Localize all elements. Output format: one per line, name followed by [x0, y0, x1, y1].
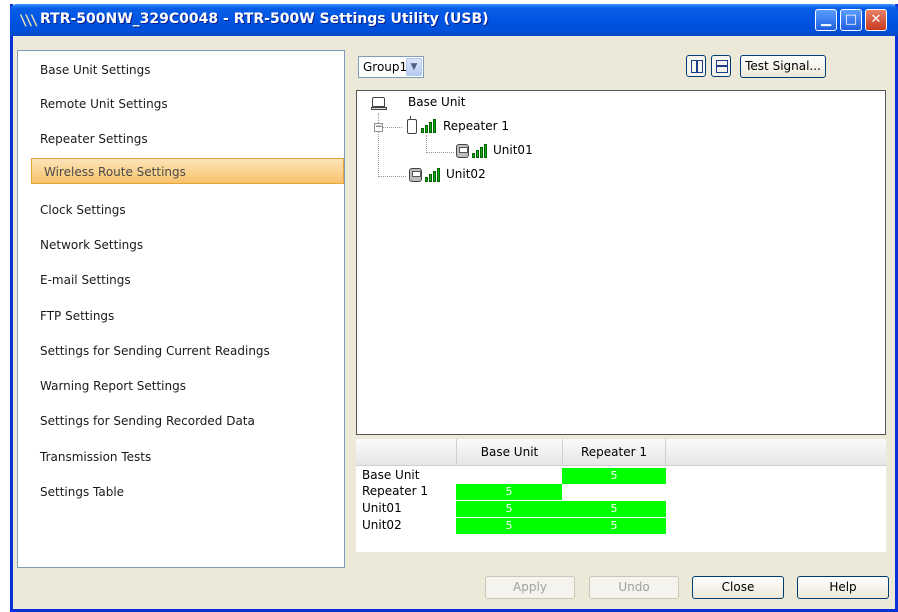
undo-button[interactable]: Undo: [589, 576, 679, 599]
grid-cell-base-unit-repeater-1[interactable]: 5: [562, 468, 666, 484]
chevron-down-icon[interactable]: ▼: [406, 58, 422, 76]
maximize-icon: □: [844, 12, 858, 27]
row-label-base-unit: Base Unit: [362, 468, 420, 482]
row-label-unit01: Unit01: [362, 501, 402, 515]
tree-node-repeater-1[interactable]: Repeater 1: [443, 119, 509, 133]
row-label-unit02: Unit02: [362, 518, 402, 532]
group-select-value: Group1: [363, 60, 408, 74]
title-bar[interactable]: \\\ RTR-500NW_329C0048 - RTR-500W Settin…: [10, 4, 898, 36]
sidebar-item-base-unit-settings[interactable]: Base Unit Settings: [28, 57, 338, 83]
maximize-button[interactable]: □: [840, 9, 862, 31]
sidebar-item-network-settings[interactable]: Network Settings: [28, 232, 338, 258]
sidebar-item-repeater-settings[interactable]: Repeater Settings: [28, 126, 338, 152]
sidebar-item-sending-current-readings[interactable]: Settings for Sending Current Readings: [28, 338, 338, 364]
tree-node-unit02[interactable]: Unit02: [446, 167, 486, 181]
remote-unit-icon: [456, 144, 469, 158]
base-unit-icon: [371, 97, 387, 111]
sidebar-item-settings-table[interactable]: Settings Table: [28, 479, 338, 505]
grid-cell-unit01-base-unit[interactable]: 5: [456, 501, 562, 517]
row-label-repeater-1: Repeater 1: [362, 484, 429, 498]
app-logo-icon: \\\: [19, 13, 38, 29]
grid-cell-unit02-repeater-1[interactable]: 5: [562, 518, 666, 534]
column-header-repeater-1: Repeater 1: [562, 439, 666, 466]
close-window-button[interactable]: ✕: [865, 9, 887, 31]
sidebar-item-sending-recorded-data[interactable]: Settings for Sending Recorded Data: [28, 408, 338, 434]
sidebar-item-remote-unit-settings[interactable]: Remote Unit Settings: [28, 91, 338, 117]
column-header-base-unit: Base Unit: [456, 439, 562, 466]
grid-cell-unit02-base-unit[interactable]: 5: [456, 518, 562, 534]
tree-line: [426, 135, 427, 153]
rows-layout-icon: [716, 60, 728, 73]
test-signal-button[interactable]: Test Signal...: [740, 55, 826, 78]
repeater-icon: [407, 116, 417, 134]
sidebar-item-clock-settings[interactable]: Clock Settings: [28, 197, 338, 223]
grid-cell-unit01-repeater-1[interactable]: 5: [562, 501, 666, 517]
remote-unit-icon: [409, 168, 422, 182]
sidebar-item-ftp-settings[interactable]: FTP Settings: [28, 303, 338, 329]
settings-sidebar: Base Unit Settings Remote Unit Settings …: [17, 50, 345, 568]
close-button[interactable]: Close: [692, 576, 784, 599]
close-icon: ✕: [870, 12, 882, 27]
route-matrix-grid: Base Unit Repeater 1 Base Unit 5 Repeate…: [356, 439, 886, 552]
group-select[interactable]: Group1 ▼: [358, 56, 424, 78]
vertical-split-button[interactable]: [686, 55, 706, 77]
tree-node-unit01[interactable]: Unit01: [493, 143, 533, 157]
signal-strength-icon: [425, 168, 442, 182]
help-button[interactable]: Help: [797, 576, 889, 599]
window-title: RTR-500NW_329C0048 - RTR-500W Settings U…: [40, 11, 489, 27]
collapse-toggle[interactable]: −: [374, 123, 383, 132]
tree-node-base-unit[interactable]: Base Unit: [408, 95, 465, 109]
route-tree-view[interactable]: Base Unit − Repeater 1 Unit01 Unit02: [356, 90, 886, 435]
grid-cell-repeater-1-base-unit[interactable]: 5: [456, 484, 562, 500]
sidebar-item-email-settings[interactable]: E-mail Settings: [28, 267, 338, 293]
signal-strength-icon: [421, 119, 438, 133]
apply-button[interactable]: Apply: [485, 576, 575, 599]
tree-line: [378, 176, 406, 177]
minimize-icon: ▁: [821, 12, 831, 27]
signal-strength-icon: [472, 144, 489, 158]
sidebar-item-wireless-route-settings[interactable]: Wireless Route Settings: [31, 158, 344, 184]
grid-header: Base Unit Repeater 1: [356, 439, 886, 466]
tree-line: [426, 152, 454, 153]
wireless-route-panel: Group1 ▼ Test Signal... Base Unit − Repe…: [348, 50, 888, 568]
columns-layout-icon: [691, 60, 703, 73]
sidebar-item-warning-report-settings[interactable]: Warning Report Settings: [28, 373, 338, 399]
minimize-button[interactable]: ▁: [815, 9, 837, 31]
sidebar-item-transmission-tests[interactable]: Transmission Tests: [28, 444, 338, 470]
horizontal-split-button[interactable]: [711, 55, 731, 77]
